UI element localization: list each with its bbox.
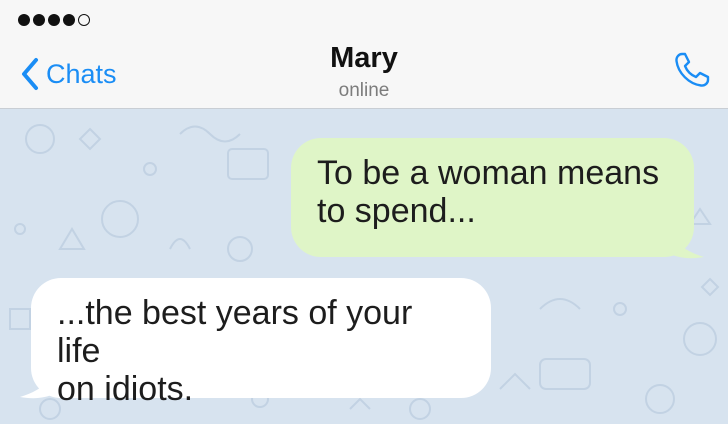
- signal-dot: [48, 14, 60, 26]
- bubble-tail-outgoing: [668, 227, 704, 259]
- signal-dot: [18, 14, 30, 26]
- call-button[interactable]: [670, 48, 714, 92]
- contact-name: Mary: [330, 42, 398, 74]
- message-text-line: on idiots.: [57, 370, 194, 408]
- signal-dot: [33, 14, 45, 26]
- message-text-line: To be a woman means: [317, 154, 660, 192]
- message-outgoing[interactable]: To be a woman means to spend...: [291, 138, 694, 257]
- contact-status: online: [338, 80, 390, 101]
- message-text-line: to spend...: [317, 192, 476, 230]
- signal-dot: [63, 14, 75, 26]
- signal-dot-empty: [78, 14, 90, 26]
- chat-area[interactable]: To be a woman means to spend... ...the b…: [0, 109, 728, 424]
- contact-info[interactable]: Mary online: [0, 41, 728, 103]
- message-incoming[interactable]: ...the best years of your life on idiots…: [31, 278, 491, 408]
- chat-header: Chats Mary online: [0, 38, 728, 109]
- message-text-line: ...the best years of your life: [57, 294, 413, 370]
- status-bar: [0, 0, 728, 38]
- signal-dots-icon: [18, 14, 90, 26]
- phone-icon: [675, 52, 710, 87]
- bubble-tail-incoming: [20, 367, 56, 399]
